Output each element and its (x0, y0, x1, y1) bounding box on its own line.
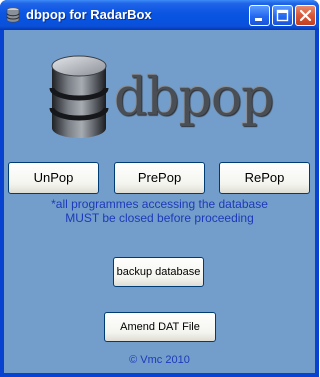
client-area: dbpop UnPop PrePop RePop *all programmes… (4, 30, 315, 373)
backup-database-button[interactable]: backup database (113, 257, 204, 287)
minimize-icon (255, 18, 262, 21)
copyright-text: © Vmc 2010 (129, 354, 190, 366)
window-title: dbpop for RadarBox (26, 7, 152, 22)
title-bar[interactable]: dbpop for RadarBox (0, 0, 319, 30)
unpop-button[interactable]: UnPop (8, 162, 99, 194)
app-window: dbpop for RadarBox dbpop UnPop PrePop Re… (0, 0, 319, 377)
maximize-icon (276, 9, 289, 22)
warning-note-line1: *all programmes accessing the database (51, 197, 268, 211)
repop-button[interactable]: RePop (219, 162, 310, 194)
maximize-button[interactable] (272, 5, 293, 26)
close-icon (299, 9, 312, 22)
warning-note-line2: MUST be closed before proceeding (65, 211, 254, 225)
prepop-button[interactable]: PrePop (114, 162, 205, 194)
minimize-button[interactable] (249, 5, 270, 26)
warning-note: *all programmes accessing the database M… (4, 197, 315, 225)
close-button[interactable] (295, 5, 316, 26)
amend-dat-file-button[interactable]: Amend DAT File (104, 312, 216, 342)
database-icon[interactable] (6, 7, 20, 23)
logo-text: dbpop (114, 68, 274, 128)
database-cylinder-icon (49, 55, 109, 138)
